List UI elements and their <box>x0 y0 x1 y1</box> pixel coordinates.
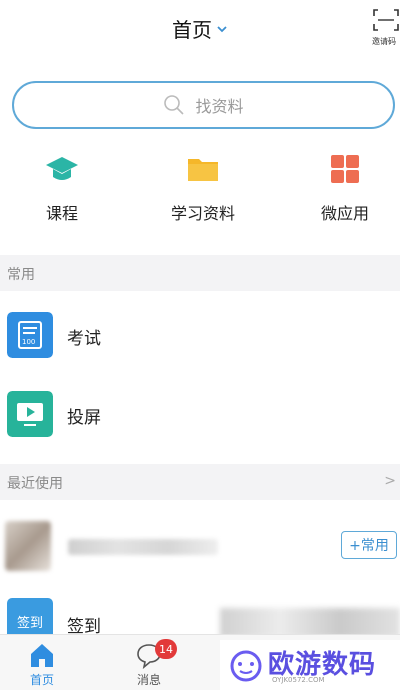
quick-action-materials[interactable]: 学习资料 <box>143 152 263 224</box>
watermark-subtext: OYJK0572.COM <box>272 676 325 684</box>
invite-code-label: 邀请码 <box>372 37 396 46</box>
home-icon <box>31 644 53 667</box>
section-header-common: 常用 <box>0 255 400 291</box>
quick-action-label: 课程 <box>45 204 78 223</box>
search-bar[interactable]: 找资料 <box>12 81 395 129</box>
screen-cast-icon <box>7 391 53 437</box>
quick-action-label: 微应用 <box>320 204 369 223</box>
home-title-dropdown[interactable]: 首页 <box>172 14 228 43</box>
tab-label: 首页 <box>29 673 54 687</box>
section-title: 常用 <box>7 267 35 283</box>
common-item-label: 投屏 <box>67 408 101 428</box>
graduation-cap-icon <box>46 157 78 180</box>
common-item-label: 考试 <box>67 329 101 349</box>
common-item-screencast[interactable]: 投屏 <box>0 377 400 455</box>
recent-item-title-blurred <box>68 539 218 555</box>
exam-paper-icon: 100 <box>7 312 53 358</box>
grid-apps-icon <box>331 155 359 183</box>
watermark-logo-icon <box>230 650 262 682</box>
quick-action-micro-apps[interactable]: 微应用 <box>285 152 400 224</box>
section-title: 最近使用 <box>7 476 63 492</box>
search-icon <box>164 95 185 115</box>
folder-icon <box>188 159 218 181</box>
recent-item[interactable] <box>0 507 400 587</box>
tab-label: 消息 <box>136 673 161 687</box>
add-to-common-button[interactable]: +常用 <box>341 531 397 559</box>
svg-text:100: 100 <box>22 338 35 346</box>
quick-action-label: 学习资料 <box>170 204 235 223</box>
invite-code-button[interactable]: 邀请码 <box>372 6 400 46</box>
page-title: 首页 <box>172 18 212 42</box>
scan-frame-icon <box>373 9 399 31</box>
unread-badge: 14 <box>155 639 177 659</box>
recent-item-avatar <box>5 521 51 571</box>
tab-home[interactable]: 首页 <box>12 635 72 690</box>
chevron-down-icon <box>217 25 227 32</box>
section-header-recent[interactable]: 最近使用 > <box>0 464 400 500</box>
common-item-exam[interactable]: 100 考试 <box>0 298 400 376</box>
watermark: 欧游数码 OYJK0572.COM <box>220 640 400 690</box>
search-placeholder: 找资料 <box>195 97 244 116</box>
app-header: 首页 邀请码 <box>0 0 400 60</box>
chevron-right-icon: > <box>384 473 396 489</box>
quick-action-courses[interactable]: 课程 <box>2 152 122 224</box>
